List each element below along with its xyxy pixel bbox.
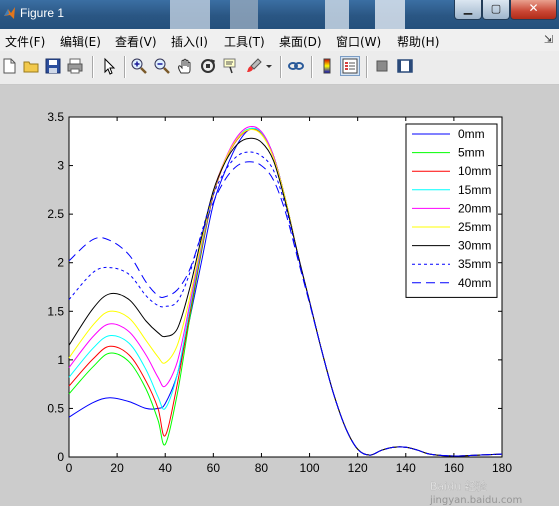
y-tick-label: 1 [57,353,64,367]
pan-icon[interactable] [176,57,194,75]
window-title: Figure 1 [20,6,65,20]
figure-window: Figure 1 ▁ ▢ ✕ 文件(F) 编辑(E) 查看(V) 插入(I) 工… [0,0,559,506]
y-tick-label: 0.5 [47,401,64,415]
y-tick-label: 3.5 [47,110,64,124]
plot-svg: 0 20 40 60 80 100 120 140 160 180 0 0.5 1 1.5 2 2.5 3 3.5… [47,110,512,475]
print-icon[interactable] [66,57,84,75]
zoom-out-icon[interactable] [153,57,171,75]
open-icon[interactable] [22,57,40,75]
title-bar[interactable]: Figure 1 ▁ ▢ ✕ [0,0,559,29]
menu-edit[interactable]: 编辑(E) [60,33,101,50]
x-tick-label: 160 [444,461,464,475]
rotate-icon[interactable] [199,57,217,75]
menu-expand-icon[interactable]: ⇲ [544,33,553,46]
menu-file[interactable]: 文件(F) [5,33,45,50]
menu-bar: 文件(F) 编辑(E) 查看(V) 插入(I) 工具(T) 桌面(D) 窗口(W… [0,29,559,51]
figure-canvas[interactable]: 0 20 40 60 80 100 120 140 160 180 0 0.5 1 1.5 2 2.5 3 3.5… [0,85,559,506]
menu-view[interactable]: 查看(V) [115,33,157,50]
toolbar [0,51,559,85]
legend-icon[interactable] [340,56,360,76]
legend-entry-label: 40mm [458,276,491,290]
legend-entry-label: 10mm [458,164,491,178]
x-tick-label: 120 [348,461,368,475]
legend-entry-label: 30mm [458,239,491,253]
maximize-button[interactable]: ▢ [482,0,510,20]
chevron-down-icon[interactable] [264,57,274,75]
legend-entry-label: 15mm [458,183,491,197]
hide-plot-tools-icon[interactable] [373,57,391,75]
svg-text:Baidu 经验: Baidu 经验 [430,479,487,493]
show-plot-tools-icon[interactable] [396,57,414,75]
colorbar-icon[interactable] [318,57,336,75]
legend-entry-label: 35mm [458,257,491,271]
link-icon[interactable] [287,57,305,75]
close-button[interactable]: ✕ [510,0,557,20]
legend-entry-label: 0mm [458,127,485,141]
y-tick-label: 2 [57,256,64,270]
baidu-jingyan-watermark: Baidu 经验 jingyan.baidu.com [429,479,522,506]
legend-entry-label: 20mm [458,201,491,215]
pointer-icon[interactable] [100,57,118,75]
data-cursor-icon[interactable] [222,57,240,75]
maximize-icon: ▢ [490,2,502,15]
menu-tools[interactable]: 工具(T) [224,33,265,50]
svg-text:jingyan.baidu.com: jingyan.baidu.com [429,495,522,506]
y-tick-label: 0 [57,450,64,464]
y-tick-label: 1.5 [47,304,64,318]
y-tick-label: 3 [57,159,64,173]
x-tick-label: 40 [159,461,173,475]
x-tick-label: 0 [66,461,73,475]
matlab-logo-icon [4,7,15,19]
x-tick-label: 60 [207,461,221,475]
x-tick-label: 180 [492,461,512,475]
menu-insert[interactable]: 插入(I) [171,33,208,50]
menu-help[interactable]: 帮助(H) [397,33,439,50]
menu-window[interactable]: 窗口(W) [336,33,381,50]
save-icon[interactable] [44,57,62,75]
legend-entry-label: 25mm [458,220,491,234]
menu-desktop[interactable]: 桌面(D) [279,33,322,50]
minimize-icon: ▁ [463,2,473,15]
brush-icon[interactable] [245,57,263,75]
x-tick-label: 100 [300,461,320,475]
legend-entry-label: 5mm [458,146,485,160]
minimize-button[interactable]: ▁ [454,0,482,20]
x-tick-label: 140 [396,461,416,475]
y-tick-label: 2.5 [47,207,64,221]
x-tick-label: 80 [255,461,269,475]
legend[interactable]: 0mm 5mm 10mm 15mm 20mm 25mm 30mm 35mm 40mm [405,123,498,298]
close-icon: ✕ [528,1,539,15]
new-figure-icon[interactable] [0,57,18,75]
zoom-in-icon[interactable] [130,57,148,75]
x-tick-label: 20 [110,461,124,475]
